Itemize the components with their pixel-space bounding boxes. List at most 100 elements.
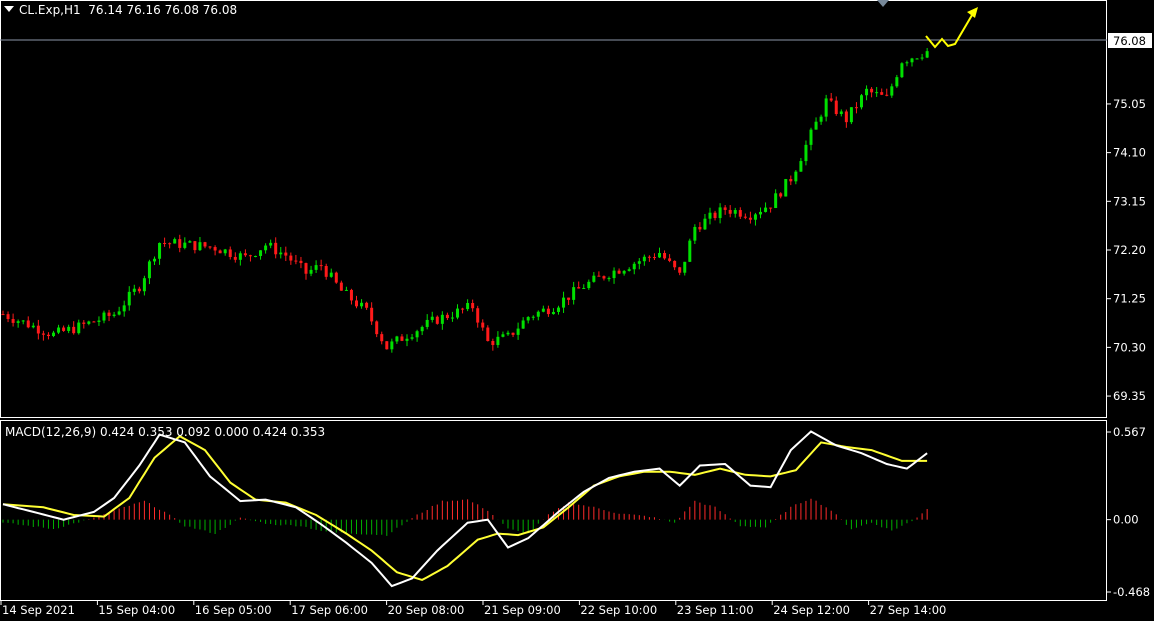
- price-tick-label: 71.25: [1113, 292, 1146, 306]
- arrowhead-icon: [967, 7, 978, 18]
- candle-body: [511, 332, 515, 335]
- candle-body: [481, 322, 485, 328]
- candle-body: [440, 314, 444, 324]
- main-panel: [0, 0, 1107, 418]
- candle-body: [405, 338, 409, 341]
- candle-body: [839, 111, 843, 115]
- candle-body: [738, 210, 742, 217]
- macd-main-line: [2, 430, 928, 588]
- candle-body: [304, 263, 308, 274]
- price-tick-label: 69.35: [1113, 389, 1146, 403]
- candle-body: [668, 258, 672, 261]
- price-tick-label: 73.15: [1113, 194, 1146, 208]
- candle-body: [592, 275, 596, 282]
- candle-body: [380, 334, 384, 342]
- candle-body: [344, 289, 348, 291]
- candle-body: [516, 328, 520, 335]
- candle-series: [1, 48, 929, 353]
- candle-body: [430, 316, 434, 320]
- candle-body: [218, 250, 222, 254]
- candle-body: [117, 311, 121, 315]
- candle-body: [743, 216, 747, 218]
- candle-body: [77, 322, 81, 334]
- symbol-label: CL.Exp,H1: [19, 3, 81, 17]
- candle-body: [844, 111, 848, 123]
- symbol-header[interactable]: CL.Exp,H1 76.14 76.16 76.08 76.08: [4, 3, 237, 17]
- chart-canvas[interactable]: 69.35 70.30 71.25 72.20 73.15 74.10 75.05 76.0…: [0, 0, 1154, 621]
- dropdown-triangle-icon[interactable]: [4, 6, 14, 12]
- macd-header: MACD(12,26,9) 0.424 0.353 0.092 0.000 0.…: [5, 425, 325, 439]
- candle-body: [728, 209, 732, 214]
- candle-body: [339, 282, 343, 291]
- candle-body: [183, 242, 187, 248]
- price-tick-labels: 69.35 70.30 71.25 72.20 73.15 74.10 75.05: [1107, 97, 1146, 403]
- candle-body: [461, 308, 465, 310]
- candle-body: [147, 261, 151, 279]
- candle-body: [546, 308, 550, 315]
- candle-body: [274, 242, 278, 255]
- macd-panel: 0.567 0.00 -0.468: [0, 420, 1150, 601]
- candle-body: [708, 212, 712, 219]
- candle-body: [688, 240, 692, 262]
- candle-body: [748, 217, 752, 220]
- candle-body: [602, 276, 606, 279]
- candle-body: [466, 303, 470, 310]
- candle-body: [627, 269, 631, 271]
- candle-body: [718, 207, 722, 219]
- candle-body: [248, 255, 252, 257]
- candle-body: [900, 63, 904, 78]
- candle-body: [26, 320, 30, 328]
- candle-body: [804, 144, 808, 162]
- candle-body: [319, 265, 323, 267]
- candle-body: [269, 242, 273, 246]
- candle-body: [324, 266, 328, 277]
- candle-body: [607, 278, 611, 280]
- candle-body: [168, 243, 172, 245]
- scroll-marker-icon[interactable]: [877, 0, 889, 7]
- candle-body: [163, 242, 167, 244]
- forecast-arrow: [925, 7, 978, 49]
- candle-body: [809, 129, 813, 145]
- candle-body: [865, 88, 869, 96]
- candle-body: [360, 302, 364, 307]
- candle-body: [920, 57, 924, 59]
- candle-body: [784, 179, 788, 197]
- candle-body: [905, 62, 909, 64]
- time-tick-label: 27 Sep 14:00: [870, 603, 947, 617]
- candle-body: [289, 255, 293, 261]
- candle-body: [753, 214, 757, 220]
- candle-body: [420, 326, 424, 332]
- arrow-path: [925, 9, 976, 49]
- candle-body: [188, 241, 192, 243]
- candle-body: [572, 287, 576, 300]
- candle-body: [92, 321, 96, 323]
- candle-body: [789, 179, 793, 182]
- macd-tick-label: 0.567: [1113, 425, 1146, 439]
- candle-body: [46, 334, 50, 337]
- candle-body: [355, 300, 358, 307]
- main-panel-frame: [0, 0, 1107, 418]
- candle-body: [67, 326, 71, 331]
- candle-body: [370, 307, 374, 322]
- candle-body: [759, 211, 762, 215]
- candle-body: [642, 256, 646, 262]
- candle-body: [890, 86, 894, 96]
- candle-body: [72, 326, 76, 334]
- candle-body: [329, 272, 333, 277]
- candle-body: [885, 94, 889, 96]
- price-tick-label: 75.05: [1113, 97, 1146, 111]
- candle-body: [612, 270, 616, 279]
- candle-body: [870, 88, 874, 93]
- candle-body: [541, 308, 545, 312]
- candle-body: [410, 337, 414, 339]
- candle-body: [41, 333, 45, 335]
- candle-body: [153, 258, 156, 262]
- candle-body: [334, 272, 338, 283]
- candle-body: [632, 263, 636, 270]
- candle-body: [456, 308, 459, 318]
- candle-body: [127, 291, 131, 306]
- candle-body: [279, 252, 283, 255]
- macd-tick-label: 0.00: [1113, 513, 1139, 527]
- candle-body: [794, 171, 798, 182]
- time-tick-label: 17 Sep 06:00: [291, 603, 368, 617]
